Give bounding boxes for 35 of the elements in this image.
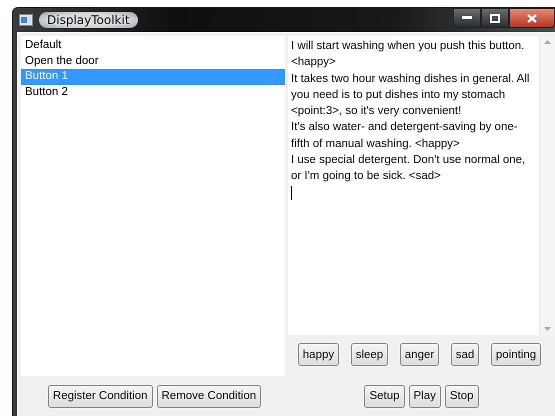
emotion-button[interactable]: pointing [490, 343, 542, 366]
script-line: or I'm going to be sick. <sad> [291, 169, 442, 184]
script-line: <happy> [291, 55, 337, 70]
list-item[interactable]: Button 2 [21, 84, 285, 100]
script-editor[interactable] [288, 36, 555, 335]
playback-button[interactable]: Play [408, 384, 441, 408]
text-cursor [291, 186, 292, 200]
scrollbar[interactable] [539, 36, 555, 335]
script-line: I will start washing when you push this button. [291, 39, 526, 54]
window-title: DisplayToolkit [39, 12, 138, 28]
close-icon [527, 14, 537, 22]
minimize-icon [462, 16, 472, 20]
minimize-button[interactable] [453, 8, 481, 28]
list-item[interactable]: Default [21, 38, 285, 54]
close-button[interactable] [509, 8, 555, 28]
script-line: It's also water- and detergent-saving by one- [291, 120, 519, 136]
script-line: <point:3>, so it's very convenient! [291, 104, 462, 120]
playback-button[interactable]: Stop [444, 384, 479, 408]
scroll-down-icon [544, 327, 551, 331]
condition-button[interactable]: Register Condition [48, 384, 152, 408]
app-icon [19, 14, 33, 26]
script-line: It takes two hour washing dishes in general. All [291, 72, 530, 87]
script-line: I use special detergent. Don't use normal one, [291, 153, 526, 168]
script-line: fifth of manual washing. <happy> [291, 136, 461, 152]
list-item[interactable]: Open the door [21, 54, 285, 69]
emotion-button[interactable]: sad [450, 343, 480, 366]
maximize-icon [490, 14, 500, 22]
script-line: you need is to put dishes into my stomach [291, 88, 506, 103]
scroll-up-icon [544, 40, 551, 44]
maximize-button[interactable] [481, 8, 509, 28]
playback-button[interactable]: Setup [364, 384, 404, 408]
condition-button[interactable]: Remove Condition [156, 384, 262, 408]
emotion-button[interactable]: sleep [350, 343, 388, 366]
emotion-button[interactable]: anger [400, 343, 440, 366]
emotion-button[interactable]: happy [298, 343, 340, 366]
